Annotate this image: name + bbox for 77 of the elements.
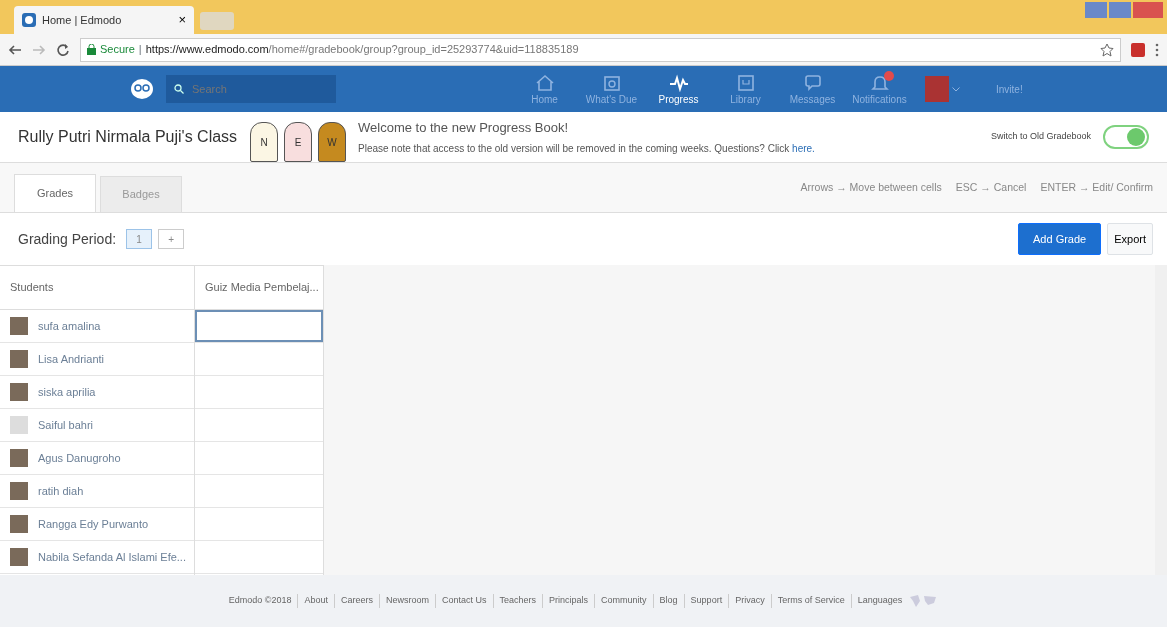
world-map-icon (908, 593, 939, 609)
alert-badge (884, 70, 894, 81)
student-name[interactable]: Lisa Andrianti (38, 350, 105, 368)
footer-link[interactable]: Community (594, 594, 653, 608)
photo-placeholder (10, 482, 28, 500)
default-avatar-icon (10, 416, 28, 434)
tab[interactable]: Grades (14, 174, 96, 212)
photo-placeholder (10, 449, 28, 467)
student-name[interactable]: Saiful bahri (38, 416, 94, 434)
period-button[interactable]: 1 (126, 229, 153, 249)
close-window-button[interactable] (1133, 2, 1163, 18)
avatar-placeholder[interactable] (925, 76, 949, 102)
minimize-button[interactable] (1085, 2, 1107, 18)
close-tab-button[interactable]: × (178, 10, 186, 30)
url-text: https://www.edmodo.com/home#/gradebook/group?group_id=25293774&uid=118835189 (145, 42, 579, 58)
column-header: Guiz Media Pembelaj... (195, 265, 323, 310)
footer-link[interactable]: Principals (542, 594, 595, 608)
footer-link[interactable]: Terms of Service (770, 594, 851, 608)
hand-drawing: E (284, 122, 312, 162)
new-tab-button[interactable] (200, 12, 234, 30)
browser-tab[interactable]: Home | Edmodo × (14, 6, 194, 34)
lock-icon (87, 44, 96, 55)
footer-link[interactable]: Privacy (728, 594, 771, 608)
notice-text: Please note that access to the old version will be removed in the coming weeks. Questions? Click here. (358, 142, 815, 157)
chevron-down-icon (952, 86, 960, 92)
search-field[interactable]: Search (166, 75, 336, 103)
copyright-text: Edmodo ©2018 (228, 594, 293, 608)
student-name[interactable]: ratih diah (38, 482, 84, 500)
photo-placeholder (10, 317, 28, 335)
here-link[interactable]: here. (792, 143, 815, 155)
footer-link[interactable]: About (297, 594, 334, 608)
class-title: Rully Putri Nirmala Puji's Class (18, 127, 239, 147)
grading-period-label: Grading Period: (18, 229, 117, 249)
photo-placeholder (10, 350, 28, 368)
shortcut-hint: ESC → Cancel (955, 179, 1027, 195)
logo-icon (130, 78, 154, 100)
nav-tab[interactable]: Progress (645, 70, 712, 108)
shortcut-hint: Arrows → Move between cells (800, 179, 942, 195)
footer-link[interactable]: Teachers (492, 594, 543, 608)
tab-title: Home | Edmodo (42, 12, 122, 28)
extension-icon (1131, 42, 1145, 57)
toggle-switch[interactable] (1103, 125, 1149, 149)
footer-link[interactable]: Support (683, 594, 729, 608)
star-icon (1100, 42, 1114, 57)
address-bar[interactable]: Secure | https://www.edmodo.com/home#/gradebook/group?group_id=25293774&uid=118835189 (80, 37, 1121, 62)
student-name[interactable]: Agus Danugroho (38, 449, 121, 467)
shortcut-hint: ENTER → Edit/ Confirm (1040, 179, 1153, 195)
student-name[interactable]: Rangga Edy Purwanto (38, 515, 149, 533)
separator: | (138, 42, 142, 58)
student-name[interactable]: siska aprilia (38, 383, 96, 401)
grade-cell[interactable] (195, 310, 323, 343)
site-icon (22, 13, 36, 27)
footer-link[interactable]: Newsroom (379, 594, 435, 608)
student-name[interactable]: Nabila Sefanda Al Islami Efe... (38, 548, 186, 566)
restore-button[interactable] (1109, 2, 1131, 18)
hand-drawing: W (318, 122, 346, 162)
hand-drawing: N (250, 122, 278, 162)
footer-link[interactable]: Languages (850, 594, 909, 608)
footer-link[interactable]: Blog (652, 594, 684, 608)
photo-placeholder (10, 383, 28, 401)
column-header: Students (0, 265, 194, 310)
switch-label: Switch to Old Gradebook (990, 130, 1091, 144)
photo-placeholder (10, 548, 28, 566)
add-period-button[interactable]: + (158, 229, 185, 249)
reload-icon (56, 42, 70, 57)
more-menu-icon (1155, 42, 1159, 57)
add-grade-button[interactable]: Add Grade (1018, 223, 1102, 255)
secure-label: Secure (100, 42, 135, 58)
search-icon (174, 84, 184, 94)
back-arrow-icon (8, 42, 22, 57)
forward-arrow-icon (32, 42, 46, 57)
welcome-title: Welcome to the new Progress Book! (358, 118, 570, 137)
export-button[interactable]: Export (1107, 223, 1153, 255)
photo-placeholder (10, 515, 28, 533)
student-name[interactable]: sufa amalina (38, 317, 101, 335)
footer-link[interactable]: Careers (333, 594, 379, 608)
footer-link[interactable]: Contact Us (435, 594, 493, 608)
